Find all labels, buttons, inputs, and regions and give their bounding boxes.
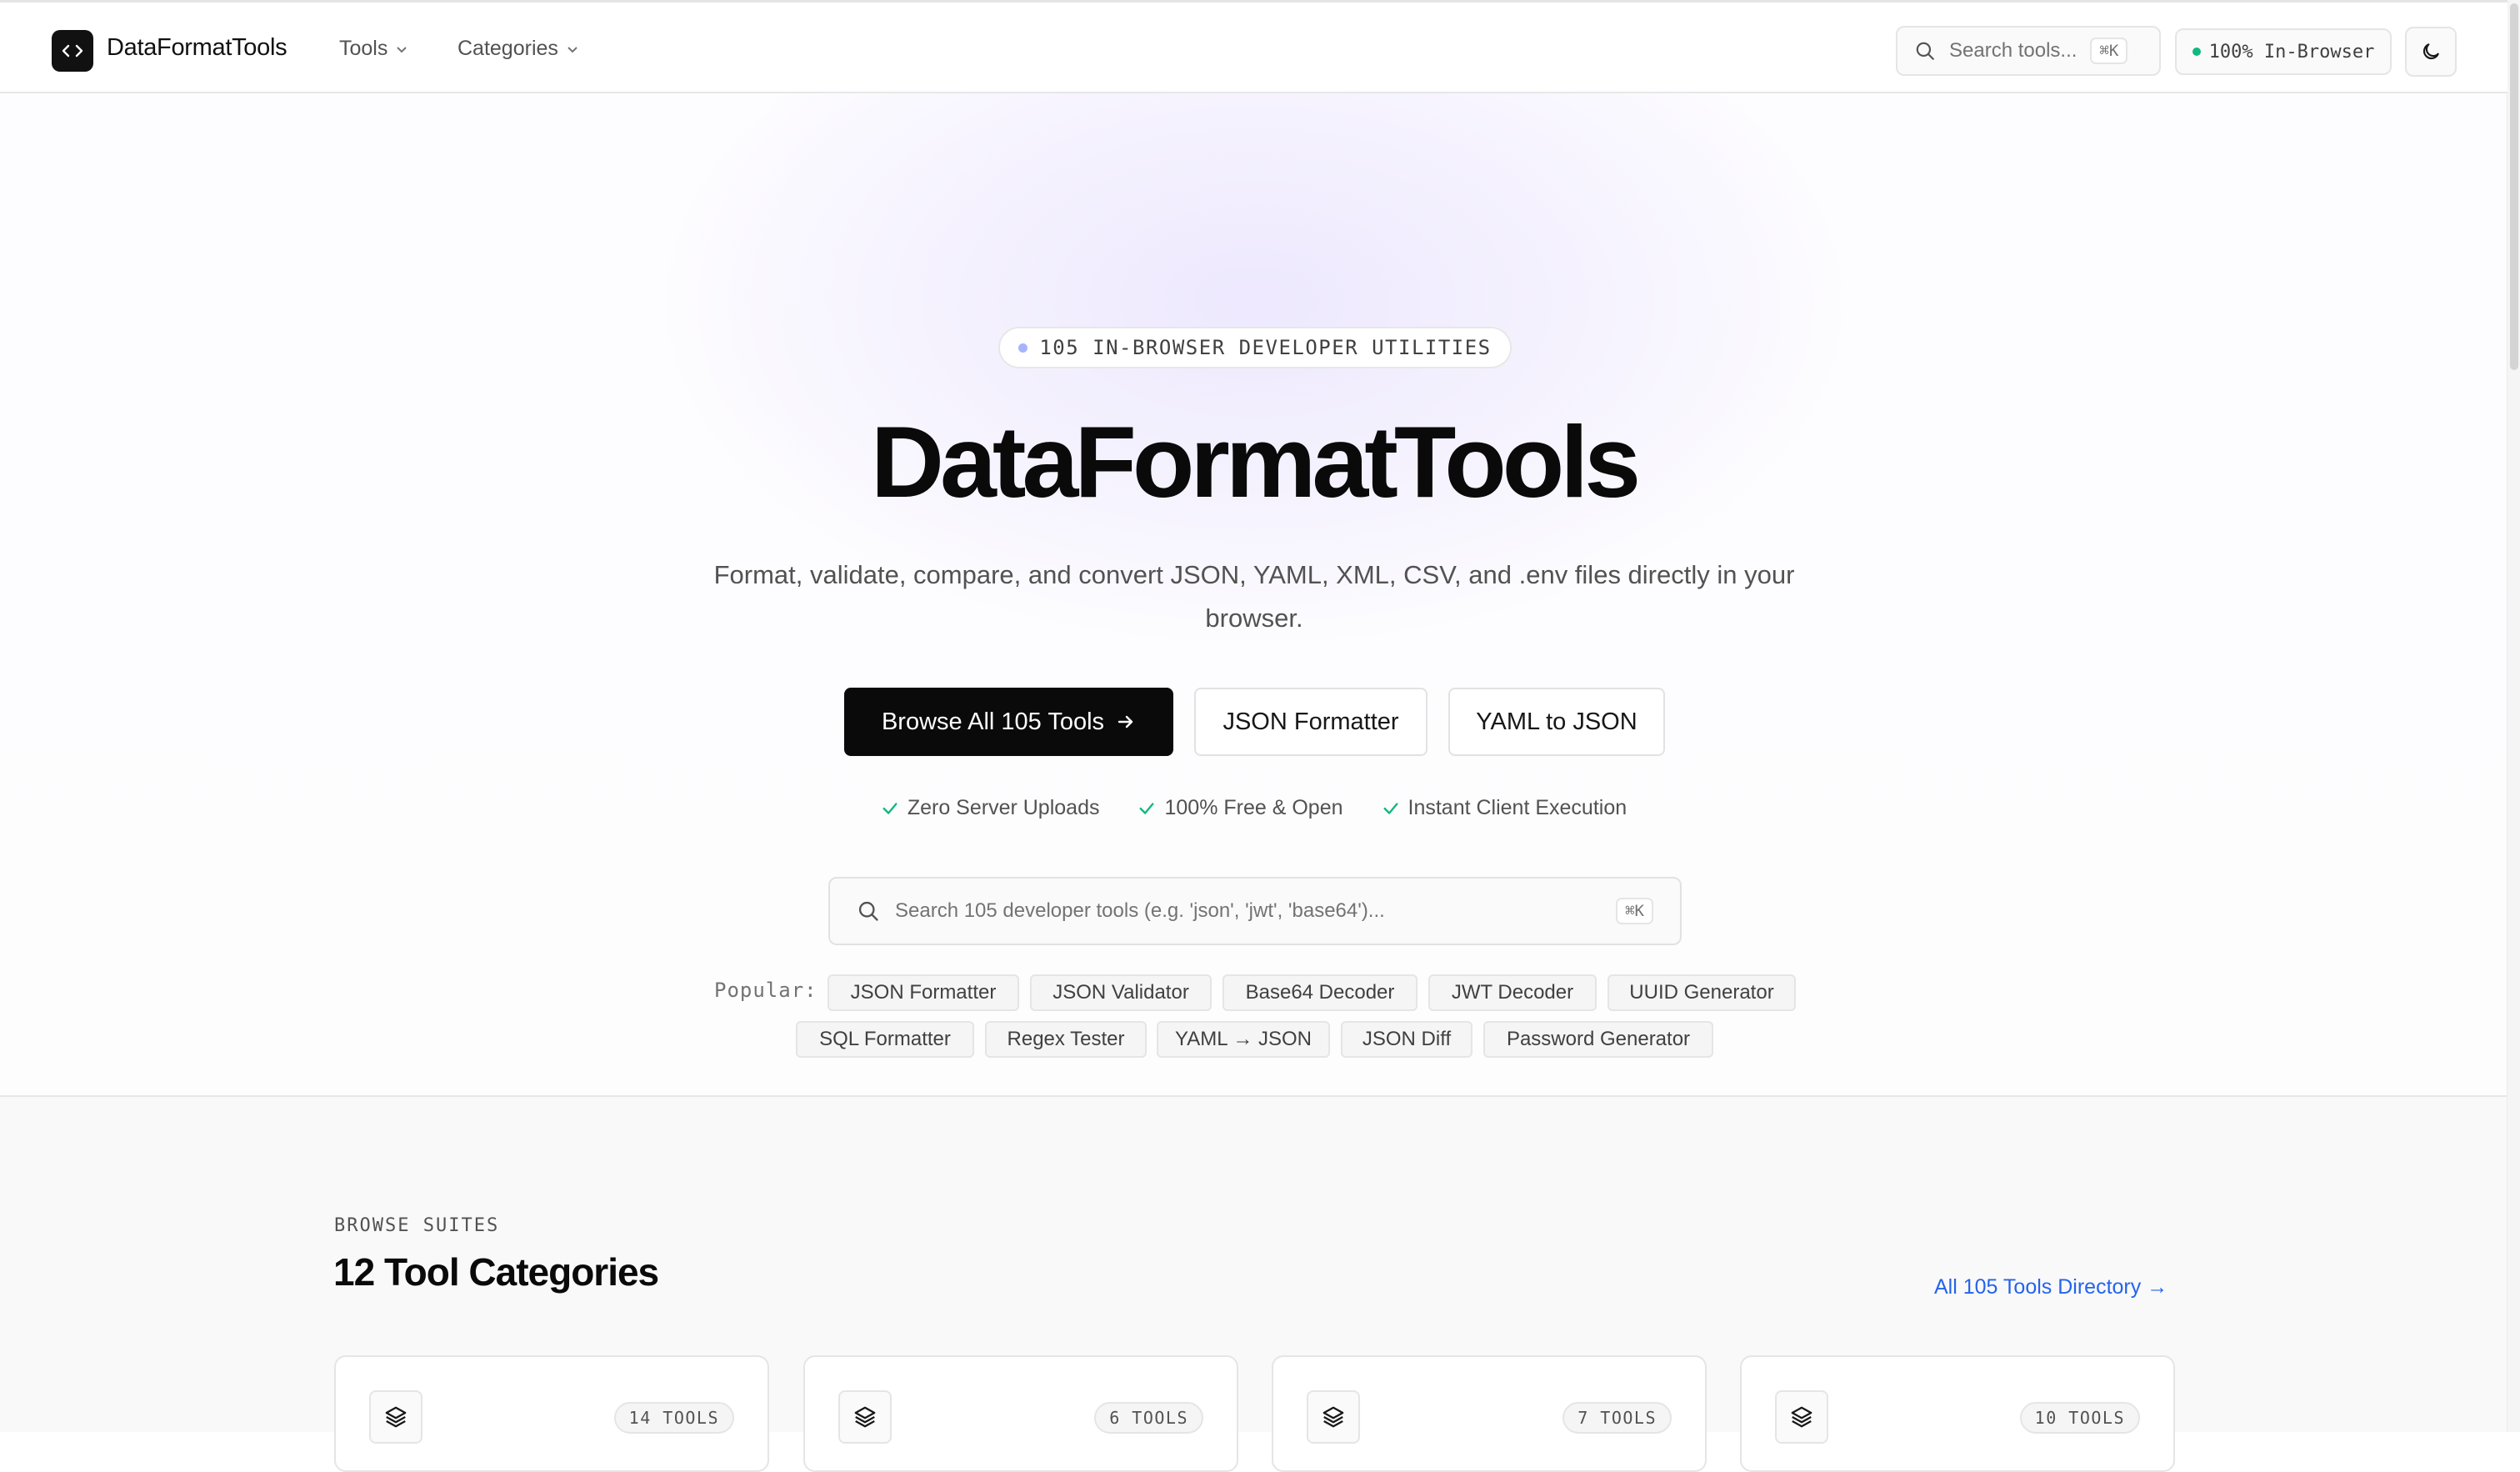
in-browser-badge-label: 100% In-Browser [2208,41,2375,63]
theme-toggle-button[interactable] [2405,27,2457,77]
tool-count-badge: 10 TOOLS [2019,1402,2140,1434]
in-browser-badge: 100% In-Browser [2175,28,2392,75]
scrollbar-thumb[interactable] [2510,3,2518,370]
feature-check-label: Zero Server Uploads [907,796,1100,819]
section-eyebrow: BROWSE SUITES [334,1215,500,1236]
logo-code-icon[interactable] [52,30,93,72]
feature-checks: Zero Server Uploads 100% Free & Open Ins… [0,796,2508,820]
check-icon [1139,802,1155,814]
categories-section: BROWSE SUITES 12 Tool Categories All 105… [0,1097,2508,1472]
nav-tools-label: Tools [339,37,388,60]
popular-label: Popular: [714,979,818,1002]
hero-search-placeholder: Search 105 developer tools (e.g. 'json',… [895,899,1385,922]
popular-chip[interactable]: YAML → JSON [1157,1021,1330,1058]
json-formatter-button[interactable]: JSON Formatter [1194,688,1428,756]
utilities-pill: 105 IN-BROWSER DEVELOPER UTILITIES [998,327,1512,368]
feature-check-item: 100% Free & Open [1138,796,1343,820]
feature-check-item: Instant Client Execution [1382,796,1628,820]
category-card[interactable]: 6 TOOLS [803,1355,1238,1472]
nav-categories-menu[interactable]: Categories [458,37,578,61]
moon-icon [2422,43,2439,60]
shortcut-badge: ⌘K [1616,898,1653,924]
nav-search-placeholder: Search tools... [1949,39,2078,62]
popular-chip[interactable]: Regex Tester [985,1021,1147,1058]
category-card[interactable]: 10 TOOLS [1740,1355,2175,1472]
yaml-to-json-button[interactable]: YAML to JSON [1448,688,1665,756]
chevron-down-icon [397,46,408,53]
popular-chip[interactable]: JWT Decoder [1428,974,1597,1011]
check-icon [882,802,898,814]
tool-count-badge: 7 TOOLS [1562,1402,1672,1434]
browse-all-tools-label: Browse All 105 Tools [881,708,1105,735]
pill-dot-icon [1018,343,1028,353]
nav-search-input[interactable]: Search tools... ⌘K [1896,26,2161,76]
arrow-right-icon [1118,715,1133,728]
tool-count-badge: 6 TOOLS [1094,1402,1203,1434]
pill-label: 105 IN-BROWSER DEVELOPER UTILITIES [1039,336,1492,359]
chevron-down-icon [568,46,578,53]
top-nav: DataFormatTools Tools Categories Search … [0,0,2508,93]
popular-chip[interactable]: Base64 Decoder [1222,974,1418,1011]
brand-name[interactable]: DataFormatTools [107,34,288,62]
hero-section: 105 IN-BROWSER DEVELOPER UTILITIES DataF… [0,93,2508,1097]
layers-icon [1775,1390,1828,1444]
all-tools-directory-link[interactable]: All 105 Tools Directory → [1934,1275,2168,1299]
layers-icon [1307,1390,1360,1444]
tool-count-badge: 14 TOOLS [613,1402,734,1434]
feature-check-item: Zero Server Uploads [881,796,1100,820]
popular-chip[interactable]: SQL Formatter [796,1021,974,1058]
popular-chip[interactable]: Password Generator [1483,1021,1713,1058]
hero-subtitle: Format, validate, compare, and convert J… [713,560,1795,633]
layers-icon [838,1390,892,1444]
browse-all-tools-button[interactable]: Browse All 105 Tools [844,688,1173,756]
popular-chip[interactable]: JSON Validator [1030,974,1212,1011]
section-title: 12 Tool Categories [333,1250,659,1294]
layers-icon [369,1390,422,1444]
popular-chip[interactable]: JSON Diff [1341,1021,1472,1058]
popular-chip[interactable]: UUID Generator [1608,974,1796,1011]
nav-tools-menu[interactable]: Tools [339,37,408,61]
category-card[interactable]: 7 TOOLS [1272,1355,1707,1472]
status-dot-icon [2192,48,2201,56]
hero-search-input[interactable]: Search 105 developer tools (e.g. 'json',… [828,877,1682,945]
feature-check-label: Instant Client Execution [1408,796,1628,819]
check-icon [1382,802,1398,814]
nav-categories-label: Categories [458,37,558,60]
page-scrollbar[interactable] [2507,0,2520,1432]
category-card[interactable]: 14 TOOLS [334,1355,769,1472]
popular-chip[interactable]: JSON Formatter [828,974,1019,1011]
feature-check-label: 100% Free & Open [1164,796,1343,819]
search-icon [1916,42,1934,60]
search-icon [858,901,878,921]
hero-title: DataFormatTools [870,405,1641,518]
shortcut-badge: ⌘K [2090,38,2128,64]
